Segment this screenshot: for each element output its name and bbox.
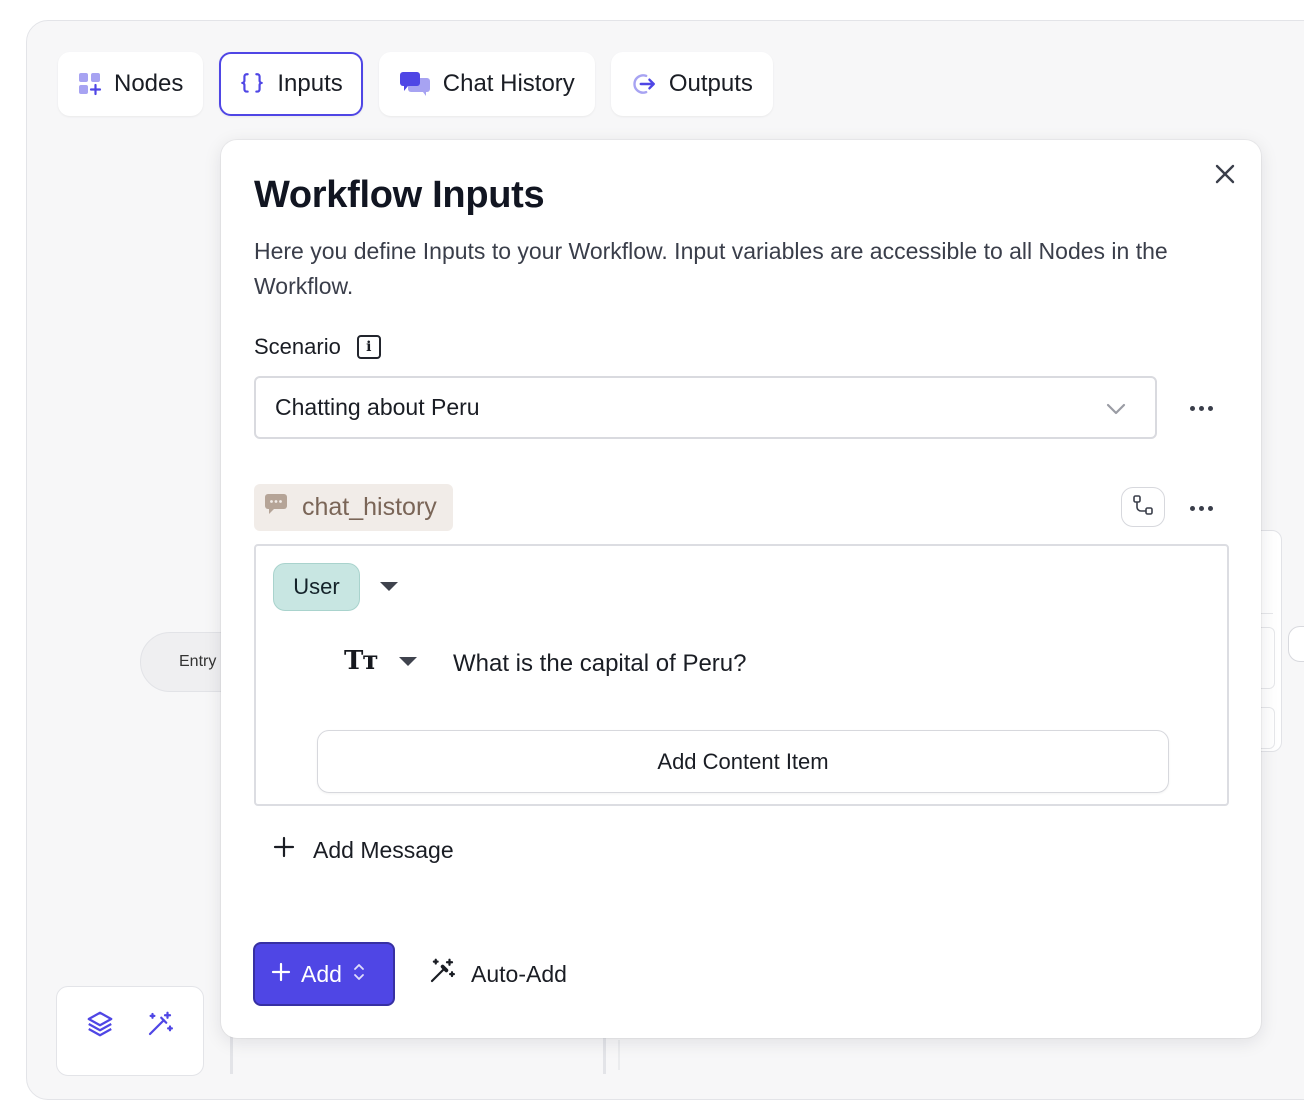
plus-icon [273, 836, 295, 864]
variable-name: chat_history [302, 493, 437, 521]
canvas-toolbar [56, 986, 204, 1076]
add-message-button[interactable]: Add Message [273, 836, 454, 864]
nodes-plus-icon [78, 72, 102, 96]
background-node-edge [230, 1034, 606, 1074]
chat-message-editor: User Tт What is the capital of Peru? Add… [254, 544, 1229, 806]
chat-bubble-icon [264, 493, 288, 522]
tab-inputs[interactable]: Inputs [219, 52, 363, 116]
arrow-out-icon [631, 71, 657, 97]
magic-wand-icon [427, 956, 457, 992]
mapping-button[interactable] [1121, 487, 1165, 527]
chat-bubbles-icon [399, 71, 431, 97]
plus-icon [271, 961, 291, 988]
scenario-label: Scenario [254, 334, 341, 359]
variable-more-button[interactable] [1185, 492, 1217, 524]
scenario-select[interactable]: Chatting about Peru [254, 376, 1157, 439]
role-label: User [293, 574, 340, 599]
entry-node-label: Entry [179, 653, 217, 670]
tab-label: Inputs [277, 70, 343, 97]
variable-chip[interactable]: chat_history [254, 484, 453, 531]
close-button[interactable] [1211, 162, 1239, 190]
scenario-label-row: Scenario i [254, 334, 381, 360]
auto-add-button[interactable]: Auto-Add [427, 952, 567, 996]
tab-nodes[interactable]: Nodes [58, 52, 204, 116]
add-button-label: Add [301, 960, 342, 987]
close-icon [1214, 163, 1236, 190]
text-type-label: Tт [344, 646, 378, 676]
add-input-button[interactable]: Add [253, 942, 395, 1006]
dot [1189, 505, 1195, 511]
layers-icon[interactable] [85, 1009, 115, 1044]
tab-label: Nodes [114, 70, 184, 97]
tab-chat-history[interactable]: Chat History [378, 52, 595, 116]
scenario-select-value: Chatting about Peru [275, 394, 480, 420]
add-content-item-label: Add Content Item [657, 748, 829, 774]
tab-outputs[interactable]: Outputs [610, 52, 773, 116]
panel-description: Here you define Inputs to your Workflow.… [254, 238, 1168, 299]
auto-add-label: Auto-Add [471, 960, 567, 987]
info-icon[interactable]: i [356, 335, 381, 359]
dot [1198, 405, 1204, 411]
message-content-text[interactable]: What is the capital of Peru? [453, 650, 746, 678]
chevron-down-icon [1105, 398, 1127, 426]
role-dropdown-caret-icon[interactable] [380, 582, 398, 591]
dot [1207, 405, 1213, 411]
node-handle[interactable] [1288, 626, 1304, 662]
workflow-inputs-panel: Workflow Inputs Here you define Inputs t… [221, 140, 1261, 1038]
tab-label: Chat History [442, 70, 575, 97]
text-type-icon[interactable]: Tт [344, 646, 378, 676]
dot [1207, 505, 1213, 511]
curly-braces-icon [239, 71, 265, 97]
scenario-more-button[interactable] [1185, 392, 1217, 424]
connector-icon [1132, 494, 1154, 521]
content-type-caret-icon[interactable] [399, 657, 417, 666]
panel-title: Workflow Inputs [254, 174, 545, 216]
add-content-item-button[interactable]: Add Content Item [317, 730, 1169, 793]
background-divider [618, 1040, 620, 1070]
magic-wand-icon[interactable] [145, 1009, 175, 1044]
dot [1189, 405, 1195, 411]
tab-label: Outputs [668, 70, 753, 97]
dot [1198, 505, 1204, 511]
add-message-label: Add Message [313, 836, 454, 863]
role-select[interactable]: User [273, 563, 360, 611]
chevron-up-down-icon [352, 961, 366, 988]
tab-bar: Nodes Inputs Chat History Outputs [58, 52, 773, 116]
